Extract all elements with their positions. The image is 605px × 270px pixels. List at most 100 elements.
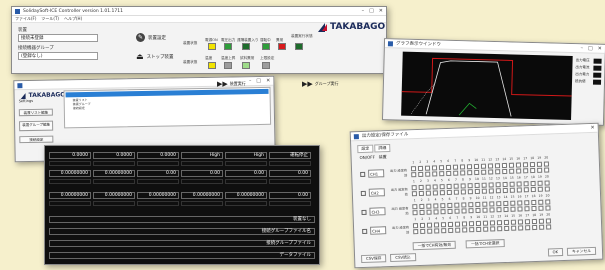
channel-checkbox[interactable] bbox=[445, 170, 451, 176]
channel-checkbox[interactable] bbox=[517, 224, 523, 231]
channel-checkbox[interactable] bbox=[467, 188, 473, 194]
sidebar-device-list-button[interactable]: 装置リスト編集 bbox=[18, 108, 53, 117]
channel-checkbox[interactable] bbox=[481, 207, 488, 213]
channel-checkbox[interactable] bbox=[473, 169, 479, 175]
menu-tools[interactable]: ツール(T) bbox=[41, 16, 59, 22]
channel-checkbox[interactable] bbox=[515, 161, 521, 168]
channel-checkbox[interactable] bbox=[418, 209, 425, 215]
channel-checkbox[interactable] bbox=[438, 164, 444, 170]
channel-checkbox[interactable] bbox=[536, 167, 542, 173]
channel-checkbox[interactable] bbox=[411, 184, 417, 190]
device-settings-button[interactable]: ✎ 装置設定 bbox=[136, 33, 166, 42]
channel-checkbox[interactable] bbox=[418, 203, 424, 209]
channel-checkbox[interactable] bbox=[425, 184, 431, 190]
channel-checkbox[interactable] bbox=[438, 170, 444, 176]
channel-checkbox[interactable] bbox=[432, 202, 438, 209]
channel-checkbox[interactable] bbox=[501, 162, 507, 168]
grid-close-icon[interactable]: ✕ bbox=[590, 125, 594, 131]
channel-checkbox[interactable] bbox=[474, 188, 480, 194]
channel-checkbox[interactable] bbox=[529, 161, 535, 167]
channel-checkbox[interactable] bbox=[439, 189, 445, 195]
channel-checkbox[interactable] bbox=[447, 221, 453, 227]
channel-checkbox[interactable] bbox=[433, 221, 439, 228]
channel-checkbox[interactable] bbox=[453, 183, 459, 189]
channel-checkbox[interactable] bbox=[431, 164, 437, 171]
channel-checkbox[interactable] bbox=[439, 208, 446, 214]
channel-checkbox[interactable] bbox=[454, 221, 460, 227]
channel-select[interactable]: CH1 bbox=[368, 169, 385, 178]
channel-checkbox[interactable] bbox=[480, 163, 486, 169]
channel-checkbox[interactable] bbox=[482, 220, 488, 226]
channel-checkbox[interactable] bbox=[517, 218, 523, 225]
channel-checkbox[interactable] bbox=[432, 183, 438, 190]
channel-checkbox[interactable] bbox=[516, 186, 522, 193]
list-close-icon[interactable]: ✕ bbox=[266, 78, 270, 84]
channel-checkbox[interactable] bbox=[480, 169, 486, 175]
channel-checkbox[interactable] bbox=[523, 180, 529, 186]
channel-checkbox[interactable] bbox=[537, 205, 544, 211]
channel-checkbox[interactable] bbox=[475, 226, 481, 232]
channel-checkbox[interactable] bbox=[530, 186, 536, 192]
channel-checkbox[interactable] bbox=[482, 226, 488, 232]
channel-checkbox[interactable] bbox=[537, 199, 543, 205]
channel-checkbox[interactable] bbox=[495, 200, 501, 206]
channel-checkbox[interactable] bbox=[440, 227, 446, 233]
channel-checkbox[interactable] bbox=[538, 218, 544, 224]
channel-checkbox[interactable] bbox=[466, 169, 472, 175]
stop-device-button[interactable]: ⏏ ストップ装置 bbox=[136, 52, 174, 61]
channel-checkbox[interactable] bbox=[446, 202, 452, 208]
channel-checkbox[interactable] bbox=[529, 167, 535, 173]
channel-checkbox[interactable] bbox=[418, 190, 424, 196]
toggle-all-channels-button[interactable]: 一括でCH有効/無効 bbox=[412, 240, 457, 251]
channel-checkbox[interactable] bbox=[417, 165, 423, 171]
channel-enable-checkbox[interactable] bbox=[360, 190, 366, 197]
channel-checkbox[interactable] bbox=[411, 209, 418, 215]
legend-item[interactable]: 出力電力 bbox=[575, 72, 602, 78]
device-run-button[interactable]: ▶▶ 装置実行 bbox=[217, 80, 246, 88]
channel-checkbox[interactable] bbox=[445, 164, 451, 170]
channel-checkbox[interactable] bbox=[489, 219, 495, 226]
channel-checkbox[interactable] bbox=[417, 171, 423, 177]
channel-checkbox[interactable] bbox=[545, 217, 551, 224]
channel-checkbox[interactable] bbox=[544, 179, 550, 186]
channel-checkbox[interactable] bbox=[439, 183, 445, 189]
channel-checkbox[interactable] bbox=[545, 223, 551, 230]
channel-checkbox[interactable] bbox=[543, 160, 549, 167]
csv-load-button[interactable]: CSV読込 bbox=[390, 253, 416, 263]
channel-checkbox[interactable] bbox=[481, 188, 487, 194]
channel-checkbox[interactable] bbox=[544, 185, 550, 192]
channel-checkbox[interactable] bbox=[425, 209, 432, 215]
channel-checkbox[interactable] bbox=[538, 224, 544, 230]
channel-checkbox[interactable] bbox=[530, 205, 537, 211]
channel-checkbox[interactable] bbox=[468, 220, 474, 226]
channel-checkbox[interactable] bbox=[446, 183, 452, 189]
channel-checkbox[interactable] bbox=[431, 170, 437, 177]
channel-checkbox[interactable] bbox=[459, 163, 465, 170]
channel-checkbox[interactable] bbox=[466, 163, 472, 169]
channel-checkbox[interactable] bbox=[516, 180, 522, 187]
menu-file[interactable]: ファイル(F) bbox=[15, 16, 36, 22]
channel-checkbox[interactable] bbox=[446, 189, 452, 195]
channel-checkbox[interactable] bbox=[502, 187, 508, 193]
channel-select[interactable]: CH3 bbox=[369, 207, 386, 216]
channel-checkbox[interactable] bbox=[474, 201, 480, 207]
legend-item[interactable]: 出力電流 bbox=[575, 65, 602, 71]
channel-checkbox[interactable] bbox=[496, 219, 502, 225]
channel-checkbox[interactable] bbox=[432, 189, 438, 196]
channel-checkbox[interactable] bbox=[502, 200, 508, 206]
channel-checkbox[interactable] bbox=[467, 207, 474, 213]
channel-checkbox[interactable] bbox=[459, 169, 465, 176]
channel-checkbox[interactable] bbox=[494, 162, 500, 168]
channel-checkbox[interactable] bbox=[495, 206, 502, 212]
channel-checkbox[interactable] bbox=[516, 199, 522, 206]
channel-checkbox[interactable] bbox=[543, 166, 549, 173]
channel-checkbox[interactable] bbox=[509, 200, 515, 206]
channel-checkbox[interactable] bbox=[508, 162, 514, 168]
channel-checkbox[interactable] bbox=[446, 208, 453, 214]
channel-checkbox[interactable] bbox=[426, 228, 432, 234]
csv-save-button[interactable]: CSV保存 bbox=[361, 254, 387, 264]
channel-checkbox[interactable] bbox=[453, 208, 460, 214]
channel-checkbox[interactable] bbox=[503, 219, 509, 225]
channel-checkbox[interactable] bbox=[524, 224, 530, 230]
channel-checkbox[interactable] bbox=[509, 206, 516, 212]
